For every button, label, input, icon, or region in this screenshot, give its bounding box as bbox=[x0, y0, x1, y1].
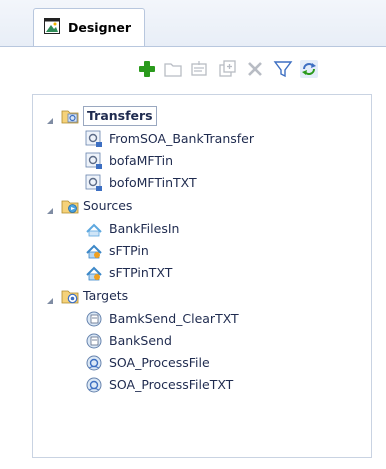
tree-item-label: bofaMFTin bbox=[109, 153, 174, 168]
collapse-toggle-icon[interactable] bbox=[45, 291, 55, 304]
tab-label: Designer bbox=[68, 20, 132, 35]
designer-tree: Transfers FromSOA_BankTransfer bofaMFTin… bbox=[32, 94, 372, 458]
collapse-toggle-icon[interactable] bbox=[45, 111, 55, 124]
filter-button[interactable] bbox=[272, 58, 294, 80]
tree-item[interactable]: bofoMFTinTXT bbox=[33, 172, 371, 194]
source-home-icon bbox=[85, 264, 103, 282]
tree-group-sources[interactable]: Sources bbox=[33, 195, 371, 217]
designer-icon bbox=[44, 18, 60, 34]
tree-item-label: FromSOA_BankTransfer bbox=[109, 131, 254, 146]
tree-item-label: sFTPin bbox=[109, 243, 149, 258]
target-soa-icon bbox=[85, 376, 103, 394]
target-icon bbox=[85, 310, 103, 328]
tree-item[interactable]: SOA_ProcessFileTXT bbox=[33, 374, 371, 396]
sources-folder-icon bbox=[61, 197, 79, 215]
tree-item[interactable]: BankSend bbox=[33, 330, 371, 352]
tree-item-label: BankSend bbox=[109, 333, 172, 348]
edit-icon bbox=[191, 61, 207, 76]
refresh-icon bbox=[300, 60, 318, 78]
tree-group-label: Transfers bbox=[83, 106, 157, 126]
delete-button[interactable] bbox=[244, 58, 266, 80]
new-folder-button[interactable] bbox=[162, 58, 184, 80]
tree-item[interactable]: sFTPinTXT bbox=[33, 262, 371, 284]
collapse-toggle-icon[interactable] bbox=[45, 201, 55, 214]
tree-group-label: Targets bbox=[83, 288, 129, 303]
source-icon bbox=[85, 220, 103, 238]
tree-item[interactable]: bofaMFTin bbox=[33, 150, 371, 172]
tree-item-label: bofoMFTinTXT bbox=[109, 175, 197, 190]
refresh-button[interactable] bbox=[298, 58, 320, 80]
transfer-icon bbox=[85, 130, 103, 148]
add-icon bbox=[139, 61, 155, 77]
tree-group-targets[interactable]: Targets bbox=[33, 285, 371, 307]
designer-panel: Designer Transfers FromSOA_BankTransfer … bbox=[0, 0, 386, 469]
duplicate-icon bbox=[219, 60, 236, 77]
tree-item[interactable]: BankFilesIn bbox=[33, 218, 371, 240]
tree-group-label: Sources bbox=[83, 198, 133, 213]
tree-item[interactable]: FromSOA_BankTransfer bbox=[33, 128, 371, 150]
duplicate-button[interactable] bbox=[216, 58, 238, 80]
tree-item-label: BamkSend_ClearTXT bbox=[109, 311, 239, 326]
add-button[interactable] bbox=[136, 58, 158, 80]
filter-icon bbox=[273, 61, 293, 78]
tree-item[interactable]: sFTPin bbox=[33, 240, 371, 262]
tree-item-label: sFTPinTXT bbox=[109, 265, 173, 280]
tab-designer[interactable]: Designer bbox=[33, 8, 145, 46]
edit-button[interactable] bbox=[188, 58, 210, 80]
transfer-icon bbox=[85, 152, 103, 170]
target-soa-icon bbox=[85, 354, 103, 372]
target-icon bbox=[85, 332, 103, 350]
tree-item[interactable]: SOA_ProcessFile bbox=[33, 352, 371, 374]
tree-item-label: SOA_ProcessFileTXT bbox=[109, 377, 234, 392]
tree-item-label: SOA_ProcessFile bbox=[109, 355, 210, 370]
tree-group-transfers[interactable]: Transfers bbox=[33, 105, 371, 127]
tree-item-label: BankFilesIn bbox=[109, 221, 180, 236]
folder-icon bbox=[164, 63, 182, 77]
tab-strip: Designer bbox=[0, 0, 386, 47]
tree-item[interactable]: BamkSend_ClearTXT bbox=[33, 308, 371, 330]
transfer-icon bbox=[85, 174, 103, 192]
targets-folder-icon bbox=[61, 287, 79, 305]
toolbar bbox=[0, 47, 386, 93]
transfers-folder-icon bbox=[61, 107, 79, 125]
delete-icon bbox=[248, 62, 262, 76]
source-home-icon bbox=[85, 242, 103, 260]
